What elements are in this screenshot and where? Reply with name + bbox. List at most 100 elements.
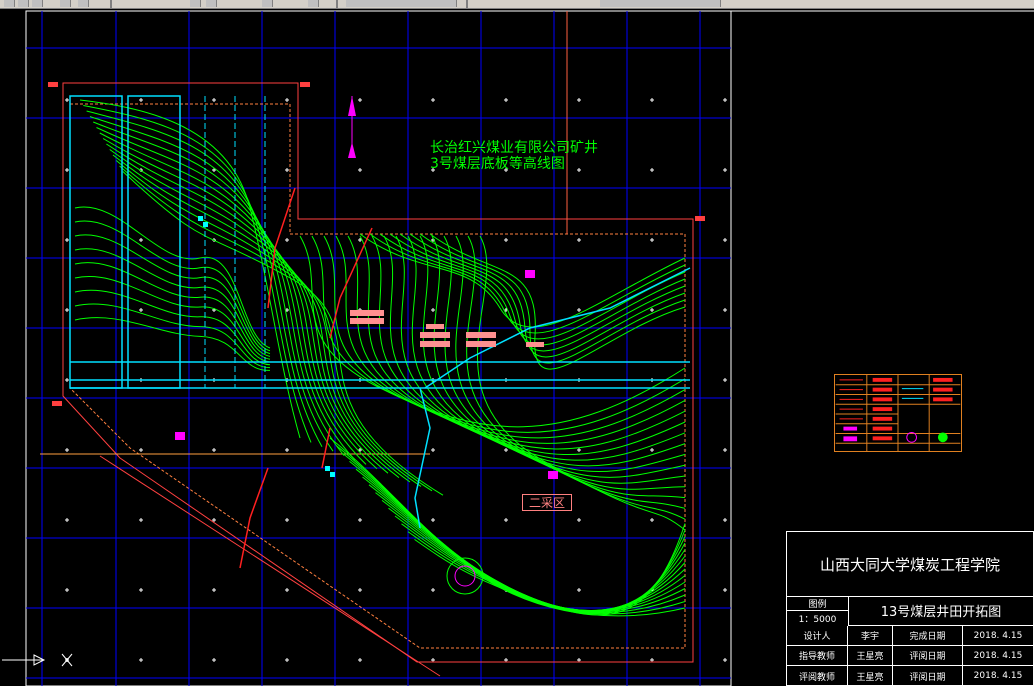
grid-cross xyxy=(358,518,362,522)
outer-frame xyxy=(25,10,732,686)
grid-cross xyxy=(139,448,143,452)
grid-cross xyxy=(285,238,289,242)
grid-cross xyxy=(139,238,143,242)
reviewer-date: 2018. 4.15 xyxy=(973,671,1023,681)
map-title-line2: 3号煤层底板等高线图 xyxy=(430,156,565,172)
grid-cross xyxy=(139,518,143,522)
designer-name: 李宇 xyxy=(848,626,893,646)
grid-cross xyxy=(723,448,727,452)
contour-line xyxy=(349,461,686,612)
grid-cross xyxy=(577,308,581,312)
review-date: 2018. 4.15 xyxy=(963,646,1033,666)
grid-cross xyxy=(504,658,508,662)
grid-cross xyxy=(285,658,289,662)
grid-cross xyxy=(212,658,216,662)
school-name: 山西大同大学煤炭工程学院 xyxy=(787,532,1033,597)
grid-cross xyxy=(504,518,508,522)
grid-cross xyxy=(577,238,581,242)
contour-line xyxy=(381,499,686,612)
advisor-name: 王星亮 xyxy=(848,646,893,666)
drawing-title: 13号煤层井田开拓图 xyxy=(848,596,1033,626)
grid-cross xyxy=(212,588,216,592)
grid-cross xyxy=(358,658,362,662)
grid-cross xyxy=(285,168,289,172)
grid-cross xyxy=(139,308,143,312)
reviewer-role: 评阅教师 xyxy=(787,666,848,686)
grid-cross xyxy=(139,658,143,662)
completion-date: 2018. 4.15 xyxy=(963,626,1033,646)
toolbar-separator xyxy=(466,0,468,8)
grid-cross xyxy=(431,98,435,102)
grid-cross xyxy=(65,238,69,242)
grid-cross xyxy=(431,588,435,592)
grid-cross xyxy=(358,168,362,172)
grid-cross xyxy=(431,518,435,522)
grid-cross xyxy=(723,518,727,522)
grid-cross xyxy=(650,448,654,452)
open-icon[interactable] xyxy=(18,0,29,7)
grid-cross xyxy=(650,238,654,242)
contour-line xyxy=(388,507,686,612)
contour-line xyxy=(74,220,271,352)
grid-cross xyxy=(431,308,435,312)
toolbar-separator xyxy=(336,0,338,8)
grid-cross xyxy=(65,98,69,102)
coordinate-grid xyxy=(26,11,731,686)
grid-cross xyxy=(65,518,69,522)
grid-cross xyxy=(285,98,289,102)
grid-cross xyxy=(65,168,69,172)
grid-cross xyxy=(650,308,654,312)
contour-line xyxy=(347,235,686,450)
grid-cross xyxy=(358,588,362,592)
grid-cross xyxy=(723,588,727,592)
grid-cross xyxy=(723,98,727,102)
grid-cross xyxy=(212,448,216,452)
pan-icon[interactable] xyxy=(190,0,201,7)
grid-cross xyxy=(723,378,727,382)
contour-line xyxy=(335,235,686,444)
grid-cross xyxy=(212,98,216,102)
undo-icon[interactable] xyxy=(60,0,71,7)
minefield-boundary-inner xyxy=(69,103,686,649)
grid-cross xyxy=(504,98,508,102)
reviewer-name: 王星亮 xyxy=(848,666,893,686)
diagonal-boundary xyxy=(99,455,441,677)
toolbar-separator xyxy=(110,0,112,8)
grid-cross xyxy=(65,308,69,312)
grid-cross xyxy=(504,238,508,242)
redo-icon[interactable] xyxy=(78,0,89,7)
grid-cross xyxy=(723,168,727,172)
grid-cross xyxy=(285,518,289,522)
designer-role: 设计人 xyxy=(787,626,848,646)
grid-cross xyxy=(650,98,654,102)
scale-value: 1：5000 xyxy=(798,615,837,625)
contour-line xyxy=(83,105,312,443)
grid-cross xyxy=(285,588,289,592)
contour-line xyxy=(407,529,686,615)
legend-table xyxy=(834,374,962,452)
zoom-icon[interactable] xyxy=(206,0,217,7)
layer-dropdown[interactable] xyxy=(346,0,457,7)
contour-line xyxy=(369,233,686,334)
properties-icon[interactable] xyxy=(308,0,319,7)
title-block: 山西大同大学煤炭工程学院 图例 1：5000 13号煤层井田开拓图 设计人 李宇… xyxy=(786,531,1034,686)
color-dropdown[interactable] xyxy=(600,0,721,7)
grid-cross xyxy=(358,98,362,102)
grid-cross xyxy=(650,518,654,522)
contour-line xyxy=(311,235,686,433)
review-date-label: 评阅日期 xyxy=(893,646,963,666)
grid-cross xyxy=(577,98,581,102)
mining-area-label: 二采区 xyxy=(522,494,572,511)
ucs-icon xyxy=(2,653,73,667)
layer-icon[interactable] xyxy=(262,0,273,7)
grid-cross xyxy=(650,658,654,662)
new-icon[interactable] xyxy=(4,0,15,7)
save-icon[interactable] xyxy=(32,0,43,7)
grid-cross xyxy=(577,448,581,452)
grid-cross xyxy=(65,378,69,382)
north-arrow xyxy=(348,96,356,158)
legend-label: 图例 xyxy=(787,596,848,611)
contour-line xyxy=(342,453,686,613)
contour-line xyxy=(466,235,686,520)
grid-cross xyxy=(723,658,727,662)
